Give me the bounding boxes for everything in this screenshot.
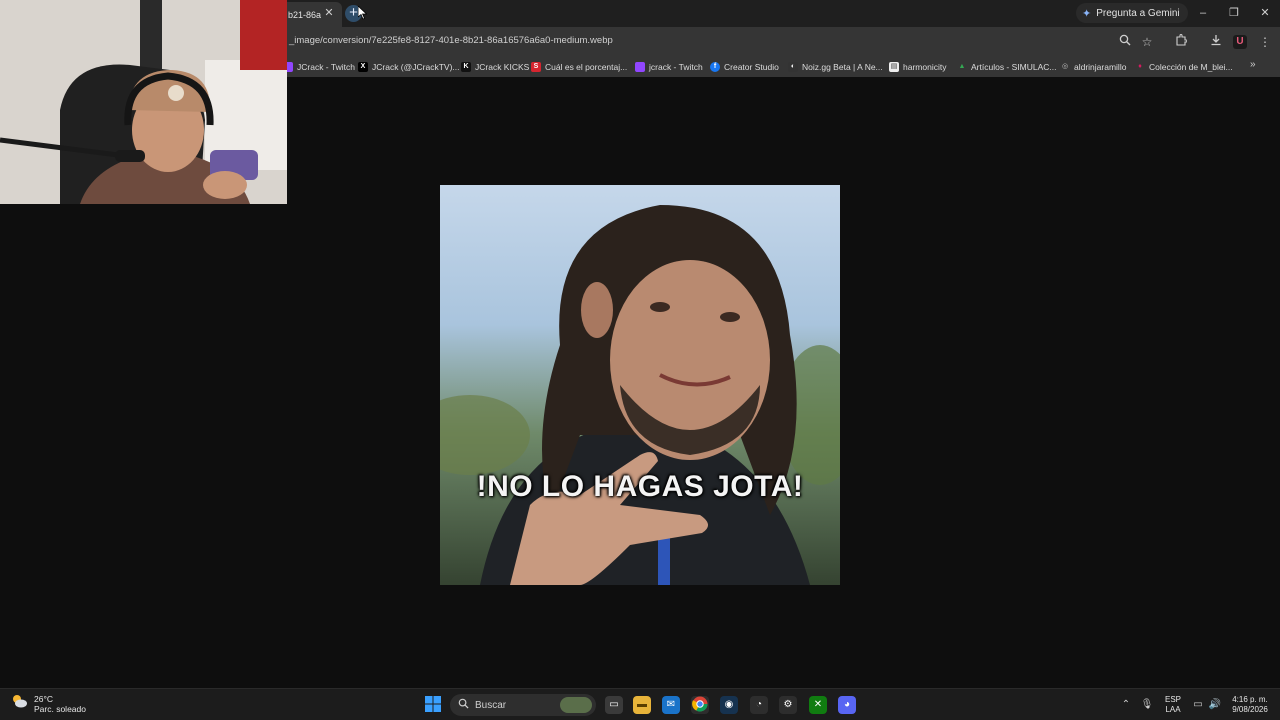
task-view-icon[interactable]: ▭	[605, 696, 623, 714]
search-label: Buscar	[475, 699, 507, 711]
search-icon	[458, 698, 469, 712]
microphone-icon[interactable]: 🎙	[1138, 696, 1156, 714]
close-window-button[interactable]: ✕	[1255, 5, 1275, 21]
partly-sunny-icon	[10, 693, 28, 714]
language-code: ESP	[1164, 695, 1181, 704]
bookmark-item[interactable]: X JCrack (@JCrackTV)...	[358, 60, 460, 74]
zoom-icon[interactable]	[1116, 33, 1134, 51]
settings-gear-icon[interactable]: ⚙	[779, 696, 797, 714]
language-indicator[interactable]: ESP LAA	[1160, 695, 1186, 715]
meme-caption: !NO LO HAGAS JOTA!	[476, 470, 804, 503]
bookmark-label: Colección de M_blei...	[1149, 62, 1233, 72]
bookmark-label: JCrack (@JCrackTV)...	[372, 62, 460, 72]
bookmark-label: harmonicity	[903, 62, 947, 72]
xbox-icon[interactable]: ✕	[809, 696, 827, 714]
address-bar[interactable]: _image/conversion/7e225fe8-8127-401e-8b2…	[289, 35, 613, 46]
drive-icon: ▲	[958, 63, 966, 70]
menu-icon[interactable]: ⋮	[1256, 33, 1274, 51]
bookmark-item[interactable]: ▲ Artículos - SIMULAC...	[957, 60, 1057, 74]
clock-time: 4:16 p. m.	[1232, 695, 1268, 704]
extensions-icon[interactable]	[1172, 33, 1190, 51]
webcam-feed	[0, 0, 287, 204]
bookmark-label: Artículos - SIMULAC...	[971, 62, 1057, 72]
gemini-sparkle-icon: ✦	[1082, 7, 1092, 20]
network-icon[interactable]: ▭	[1189, 696, 1207, 714]
globe-icon: ◎	[1061, 63, 1069, 70]
gemini-button[interactable]: ✦ Pregunta a Gemini	[1076, 3, 1188, 23]
facebook-icon: f	[710, 62, 720, 72]
tray-chevron-icon[interactable]: ⌃	[1117, 696, 1135, 714]
x-icon: X	[358, 62, 368, 72]
bookmark-item[interactable]: ♦ Colección de M_blei...	[1135, 60, 1233, 74]
bookmark-label: Cuál es el porcentaj...	[545, 62, 628, 72]
screen: b21-86a ✕ + ✦ Pregunta a Gemini – ❐ ✕ _i…	[0, 0, 1280, 720]
webcam-overlay	[0, 0, 287, 204]
harmonicity-icon: ▤	[889, 62, 899, 72]
volume-icon[interactable]: 🔊	[1206, 696, 1224, 714]
bookmark-item[interactable]: f Creator Studio	[710, 60, 779, 74]
bookmarks-overflow-icon[interactable]: »	[1250, 59, 1256, 70]
profile-extension-icon[interactable]: U	[1233, 35, 1247, 49]
minimize-button[interactable]: –	[1193, 5, 1213, 21]
taskbar: 26°C Parc. soleado Buscar ▭ ▬ ✉ ◉ ◔ ⚙ ✕ …	[0, 688, 1280, 720]
gemini-button-label: Pregunta a Gemini	[1096, 7, 1180, 19]
weather-widget[interactable]: 26°C Parc. soleado	[10, 693, 86, 714]
bookmark-label: aldrinjaramillo	[1074, 62, 1127, 72]
windows-start-icon[interactable]	[424, 696, 442, 714]
bookmark-label: jcrack - Twitch	[649, 62, 703, 72]
meme-image[interactable]: !NO LO HAGAS JOTA!	[440, 185, 840, 585]
bookmark-star-icon[interactable]: ☆	[1138, 33, 1156, 51]
bookmark-item[interactable]: jcrack - Twitch	[635, 60, 703, 74]
bookmark-item[interactable]: K JCrack KICKS	[461, 60, 529, 74]
discord-icon[interactable]: ◕	[838, 696, 856, 714]
tab-title: b21-86a	[288, 9, 322, 20]
file-explorer-icon[interactable]: ▬	[633, 696, 651, 714]
meme-photo	[440, 205, 840, 585]
mouse-cursor-icon	[358, 6, 367, 20]
bookmark-item[interactable]: ▤ harmonicity	[889, 60, 946, 74]
weather-temp: 26°C	[34, 693, 53, 704]
outlook-icon[interactable]: ✉	[662, 696, 680, 714]
twitch-icon	[635, 62, 645, 72]
bookmark-label: JCrack KICKS	[475, 62, 530, 72]
noiz-icon: ◐	[788, 62, 798, 72]
bookmark-item[interactable]: ◎ aldrinjaramillo	[1060, 60, 1127, 74]
chrome-icon[interactable]	[691, 696, 709, 714]
taskbar-search[interactable]: Buscar	[450, 694, 596, 716]
clock-date: 9/08/2026	[1232, 705, 1268, 714]
bookmark-label: Creator Studio	[724, 62, 779, 72]
bookmark-label: Noiz.gg Beta | A Ne...	[802, 62, 883, 72]
clock[interactable]: 4:16 p. m. 9/08/2026	[1226, 695, 1274, 715]
weather-desc: Parc. soleado	[34, 703, 86, 714]
s-site-icon: S	[531, 62, 541, 72]
bookmark-item[interactable]: S Cuál es el porcentaj...	[531, 60, 627, 74]
tab-close-icon[interactable]: ✕	[322, 6, 336, 20]
restore-button[interactable]: ❐	[1224, 5, 1244, 21]
steam-icon[interactable]: ◉	[720, 696, 738, 714]
bookmark-label: JCrack - Twitch	[297, 62, 355, 72]
download-icon[interactable]	[1207, 33, 1225, 51]
keyboard-layout: LAA	[1165, 705, 1181, 714]
kick-icon: K	[461, 62, 471, 72]
search-highlight-icon	[560, 697, 592, 713]
bookmark-item[interactable]: ◐ Noiz.gg Beta | A Ne...	[788, 60, 883, 74]
speedometer-icon[interactable]: ◔	[750, 696, 768, 714]
collection-icon: ♦	[1138, 63, 1142, 70]
bookmark-item[interactable]: JCrack - Twitch	[283, 60, 355, 74]
